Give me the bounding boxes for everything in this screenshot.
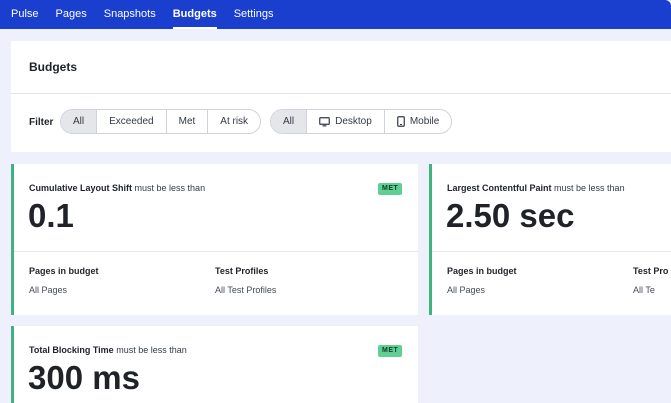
budget-value: 0.1	[28, 197, 74, 234]
status-filter-at-risk[interactable]: At risk	[207, 110, 260, 133]
pages-in-budget-title: Pages in budget	[29, 266, 99, 276]
metric-condition: must be less than	[134, 183, 206, 193]
nav-budgets[interactable]: Budgets	[172, 0, 217, 29]
metric-condition: must be less than	[554, 183, 625, 193]
pages-in-budget-value: All Pages	[29, 285, 68, 295]
pages-in-budget-title: Pages in budget	[447, 266, 517, 276]
nav-pages[interactable]: Pages	[56, 0, 87, 29]
status-badge: MET	[378, 183, 403, 195]
desktop-icon	[319, 116, 330, 127]
card-heading: Total Blocking Time must be less than	[29, 345, 187, 355]
top-nav: Pulse Pages Snapshots Budgets Settings	[0, 0, 671, 29]
metric-condition: must be less than	[116, 345, 187, 355]
device-filter-mobile[interactable]: Mobile	[383, 110, 451, 133]
page-title: Budgets	[29, 60, 77, 74]
card-divider	[14, 251, 418, 252]
budget-value: 300 ms	[28, 359, 140, 396]
device-filter-group: All Desktop Mobile	[270, 109, 453, 134]
budget-card-cls[interactable]: Cumulative Layout Shift must be less tha…	[11, 164, 418, 315]
header-divider	[11, 93, 671, 94]
pages-in-budget-value: All Pages	[447, 285, 486, 295]
test-profiles-value: All Test Profiles	[215, 285, 277, 295]
device-filter-all[interactable]: All	[271, 110, 307, 133]
test-profiles-value: All Te	[633, 285, 655, 295]
metric-name: Total Blocking Time	[29, 345, 114, 355]
budget-value: 2.50 sec	[446, 197, 575, 234]
status-badge: MET	[378, 345, 403, 357]
test-profiles-title: Test Pro	[633, 266, 669, 276]
budget-card-lcp[interactable]: Largest Contentful Paint must be less th…	[429, 164, 671, 315]
test-profiles-title: Test Profiles	[215, 266, 269, 276]
budgets-header-card: Budgets Filter All Exceeded Met At risk …	[11, 41, 671, 152]
card-heading: Largest Contentful Paint must be less th…	[447, 183, 625, 193]
budget-card-tbt[interactable]: Total Blocking Time must be less than ME…	[11, 326, 418, 403]
device-filter-desktop-label: Desktop	[335, 116, 372, 127]
mobile-icon	[396, 116, 405, 127]
metric-name: Largest Contentful Paint	[447, 183, 552, 193]
nav-brand[interactable]: Pulse	[11, 0, 39, 29]
nav-snapshots[interactable]: Snapshots	[104, 0, 156, 29]
status-filter-all[interactable]: All	[61, 110, 97, 133]
card-heading: Cumulative Layout Shift must be less tha…	[29, 183, 205, 193]
filter-label: Filter	[29, 117, 54, 128]
card-divider	[432, 251, 671, 252]
status-filter-group: All Exceeded Met At risk	[60, 109, 262, 134]
device-filter-mobile-label: Mobile	[409, 116, 440, 127]
status-filter-met[interactable]: Met	[165, 110, 208, 133]
metric-name: Cumulative Layout Shift	[29, 183, 133, 193]
device-filter-desktop[interactable]: Desktop	[306, 110, 384, 133]
nav-settings[interactable]: Settings	[234, 0, 274, 29]
status-filter-exceeded[interactable]: Exceeded	[96, 110, 165, 133]
